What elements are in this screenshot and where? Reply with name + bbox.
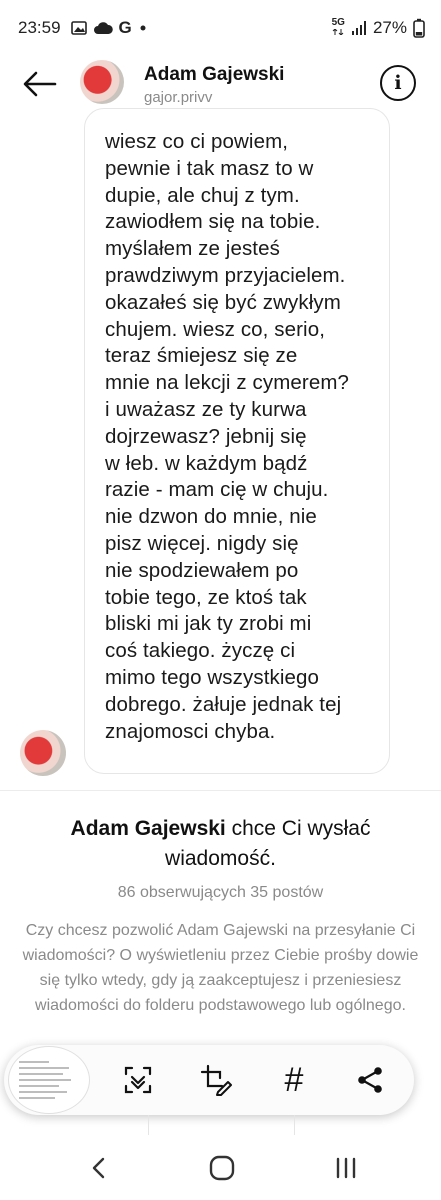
recents-nav-icon <box>336 1157 356 1179</box>
hashtag-button[interactable]: # <box>273 1059 315 1101</box>
request-description: Czy chcesz pozwolić Adam Gajewski na prz… <box>22 922 419 1014</box>
avatar[interactable] <box>80 60 124 104</box>
battery-icon <box>413 18 425 38</box>
signal-icon <box>351 20 367 36</box>
screenshot-toolbar: # <box>4 1045 414 1115</box>
info-button[interactable]: i <box>380 65 416 101</box>
contact-name[interactable]: Adam Gajewski <box>144 64 284 86</box>
nav-back-button[interactable] <box>76 1150 120 1186</box>
request-name: Adam Gajewski <box>70 817 226 840</box>
edit-crop-button[interactable] <box>195 1059 237 1101</box>
chat-header: Adam Gajewski gajor.privv i <box>0 56 441 112</box>
profile-stats: 86 obserwujących 35 postów <box>117 884 324 901</box>
screenshot-thumbnail[interactable] <box>8 1046 90 1114</box>
arrow-left-icon <box>23 71 57 97</box>
cloud-icon <box>93 21 113 35</box>
home-nav-icon <box>209 1155 235 1181</box>
back-button[interactable] <box>20 64 60 104</box>
request-title: Adam Gajewski chce Ci wysłać wiadomość. <box>20 814 421 874</box>
back-nav-icon <box>92 1157 105 1179</box>
share-icon <box>358 1067 382 1093</box>
message-text: wiesz co ci powiem, pewnie i tak masz to… <box>105 130 350 743</box>
share-button[interactable] <box>349 1059 391 1101</box>
nav-home-button[interactable] <box>200 1150 244 1186</box>
info-icon: i <box>394 72 402 94</box>
divider <box>0 790 441 791</box>
nav-recents-button[interactable] <box>324 1150 368 1186</box>
battery-percent: 27% <box>372 18 407 37</box>
status-bar: 23:59 G 5G 27% <box>0 0 441 56</box>
status-time: 23:59 <box>18 18 61 37</box>
network-indicator: 5G <box>332 18 345 38</box>
scan-text-button[interactable] <box>117 1059 159 1101</box>
message-bubble[interactable]: wiesz co ci powiem, pewnie i tak masz to… <box>84 108 390 774</box>
google-icon: G <box>118 18 132 37</box>
background-dividers <box>0 1115 441 1135</box>
contact-handle: gajor.privv <box>144 89 213 106</box>
system-nav-bar <box>0 1136 441 1200</box>
edit-crop-icon <box>200 1064 232 1096</box>
dot-icon <box>138 23 148 33</box>
image-icon <box>70 20 87 36</box>
scan-text-icon <box>124 1066 152 1094</box>
sender-avatar[interactable] <box>20 730 66 776</box>
hashtag-icon: # <box>284 1060 304 1099</box>
